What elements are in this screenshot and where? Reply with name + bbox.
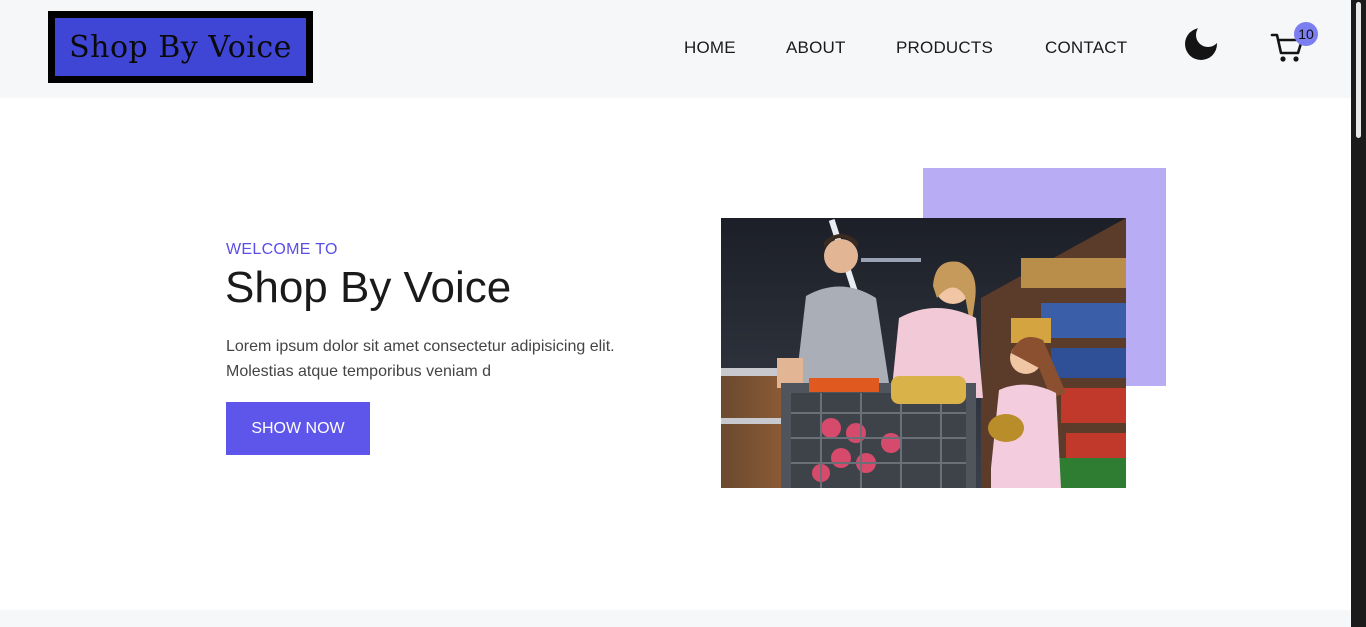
family-shopping-photo xyxy=(721,218,1126,488)
hero-image xyxy=(721,218,1126,488)
hero-eyebrow: WELCOME TO xyxy=(226,241,338,258)
scrollbar-thumb[interactable] xyxy=(1356,2,1361,138)
moon-icon[interactable] xyxy=(1183,25,1219,61)
hero-title: Shop By Voice xyxy=(225,263,512,312)
site-header: Shop By Voice HOME ABOUT PRODUCTS CONTAC… xyxy=(0,0,1351,98)
logo-inner: Shop By Voice xyxy=(55,18,306,76)
logo[interactable]: Shop By Voice xyxy=(48,11,313,83)
next-section-strip xyxy=(0,610,1351,627)
logo-text: Shop By Voice xyxy=(69,29,292,65)
hero-description: Lorem ipsum dolor sit amet consectetur a… xyxy=(226,338,615,380)
nav-contact[interactable]: CONTACT xyxy=(1045,38,1127,58)
nav-about[interactable]: ABOUT xyxy=(786,38,846,58)
show-now-button[interactable]: SHOW NOW xyxy=(226,402,370,455)
page: Shop By Voice HOME ABOUT PRODUCTS CONTAC… xyxy=(0,0,1351,627)
nav-home[interactable]: HOME xyxy=(684,38,736,58)
nav-products[interactable]: PRODUCTS xyxy=(896,38,993,58)
page-scrollbar[interactable] xyxy=(1351,0,1366,627)
cart-count-badge: 10 xyxy=(1294,22,1318,46)
